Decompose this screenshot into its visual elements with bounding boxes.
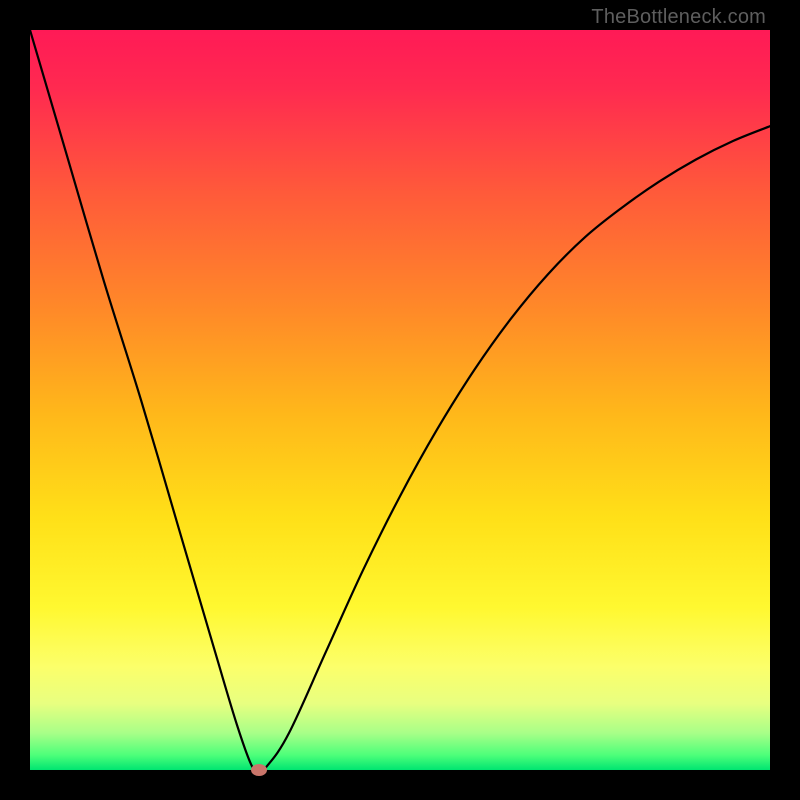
curve-svg: [30, 30, 770, 770]
minimum-marker: [251, 764, 267, 776]
chart-container: TheBottleneck.com: [0, 0, 800, 800]
watermark-text: TheBottleneck.com: [591, 6, 766, 29]
bottleneck-curve: [30, 30, 770, 770]
plot-area: [30, 30, 770, 770]
